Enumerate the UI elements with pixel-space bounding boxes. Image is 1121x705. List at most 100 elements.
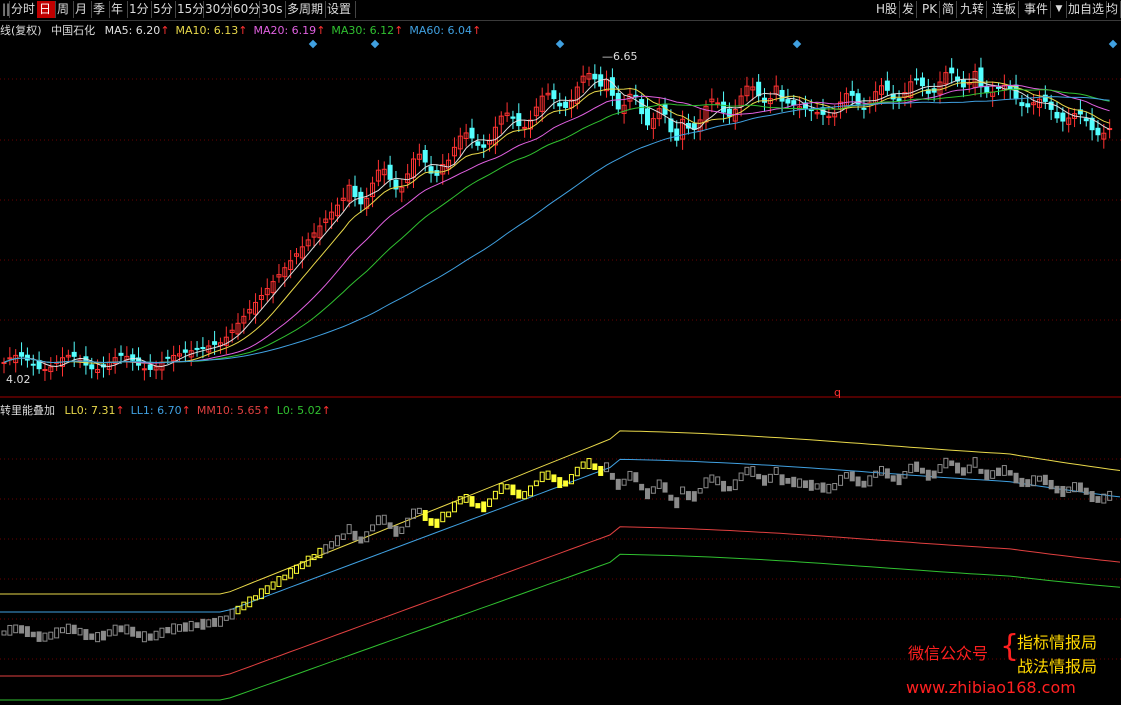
indicator-bar [598,465,604,476]
indicator-bar [1048,479,1054,490]
candlestick-chart[interactable]: —6.65 4.02 q [0,0,1121,705]
indicator-bar [574,466,580,477]
indicator-bar [890,475,896,482]
diamond-marker-icon [308,39,318,49]
candle-body [914,78,920,81]
indicator-bar [838,474,844,486]
indicator-bar [457,496,463,505]
candle-body [1083,118,1089,122]
indicator-bar [7,624,13,636]
indicator-bar [931,470,937,479]
indicator-bar [492,490,498,500]
indicator-bar [241,601,247,611]
indicator-bar [1083,487,1089,495]
indicator-bar [118,625,124,633]
candle-body [200,347,206,350]
indicator-bar [914,461,920,472]
indicator-bar [855,476,861,487]
candle-body [194,347,200,350]
indicator-bar [633,472,639,483]
indicator-bar [370,524,376,532]
indicator-bar [188,620,194,632]
indicator-bar [206,619,212,628]
indicator-bar [48,631,54,640]
indicator-bar [715,476,721,486]
candle-body [510,116,516,119]
indicator-bar [434,518,440,528]
indicator-bar [621,478,627,486]
candle-body [387,164,393,180]
indicator-bar [539,471,545,483]
indicator-bar [77,627,83,636]
indicator-bar [960,467,966,476]
indicator-bar [147,633,153,641]
indicator-bar [89,633,95,640]
indicator-bar [1007,470,1013,476]
indicator-bar [1001,465,1007,476]
indicator-bar [1025,479,1031,488]
indicator-bar [849,471,855,482]
indicator-bar [990,470,996,479]
indicator-bar [217,616,223,627]
indicator-bar [83,629,89,641]
candle-body [1,361,7,364]
indicator-bar [487,498,493,507]
ma-line-5 [3,78,1110,368]
indicator-bar [785,477,791,484]
candle-body [639,99,645,115]
indicator-bar [586,458,592,470]
indicator-bar [925,469,931,481]
ma-line-20 [3,84,1110,364]
indicator-bar [159,627,165,638]
indicator-bar [522,491,528,500]
indicator-bar [645,488,650,500]
indicator-bar [832,483,838,491]
candle-body [978,67,984,88]
indicator-bar [71,624,77,635]
watermark-url: www.zhibiao168.com [906,678,1076,697]
indicator-bar [996,467,1001,476]
indicator-bar [124,624,130,635]
indicator-bar [358,536,364,544]
indicator-bar [270,581,276,590]
indicator-bar [779,474,785,486]
candle-body [756,81,762,97]
candle-body [182,349,188,353]
indicator-bar [288,568,294,579]
candle-body [1054,111,1060,119]
candle-body [849,90,855,96]
indicator-bar [516,489,522,499]
candle-body [861,107,867,110]
indicator-bar [1036,475,1042,482]
candle-body [609,77,615,96]
indicator-bar [36,631,42,642]
indicator-bar [440,511,446,523]
indicator-bar [703,477,709,489]
indicator-bar [276,576,282,587]
candle-body [615,92,621,110]
indicator-bar [329,541,335,549]
indicator-bar [42,632,48,642]
indicator-bar [65,623,71,635]
candle-body [563,101,569,108]
candle-body [212,341,218,345]
candle-body [949,67,955,74]
indicator-bar [229,608,235,620]
indicator-bar [843,472,849,479]
indicator-bar [1042,474,1048,486]
watermark-line1: 指标情报局 [1017,633,1098,652]
indicator-bar [709,474,715,483]
indicator-bar [381,514,387,525]
indicator-bar [475,503,481,509]
indicator-bar [674,497,680,509]
indicator-bar [469,496,475,507]
candle-body [118,352,124,356]
diamond-marker-icon [792,39,802,49]
indicator-bar [1072,482,1078,493]
indicator-bar [1054,485,1060,494]
indicator-bar [726,486,732,492]
candle-body [721,101,727,113]
indicator-bar [721,480,727,492]
indicator-bar [802,480,808,489]
indicator-bar [346,524,352,535]
